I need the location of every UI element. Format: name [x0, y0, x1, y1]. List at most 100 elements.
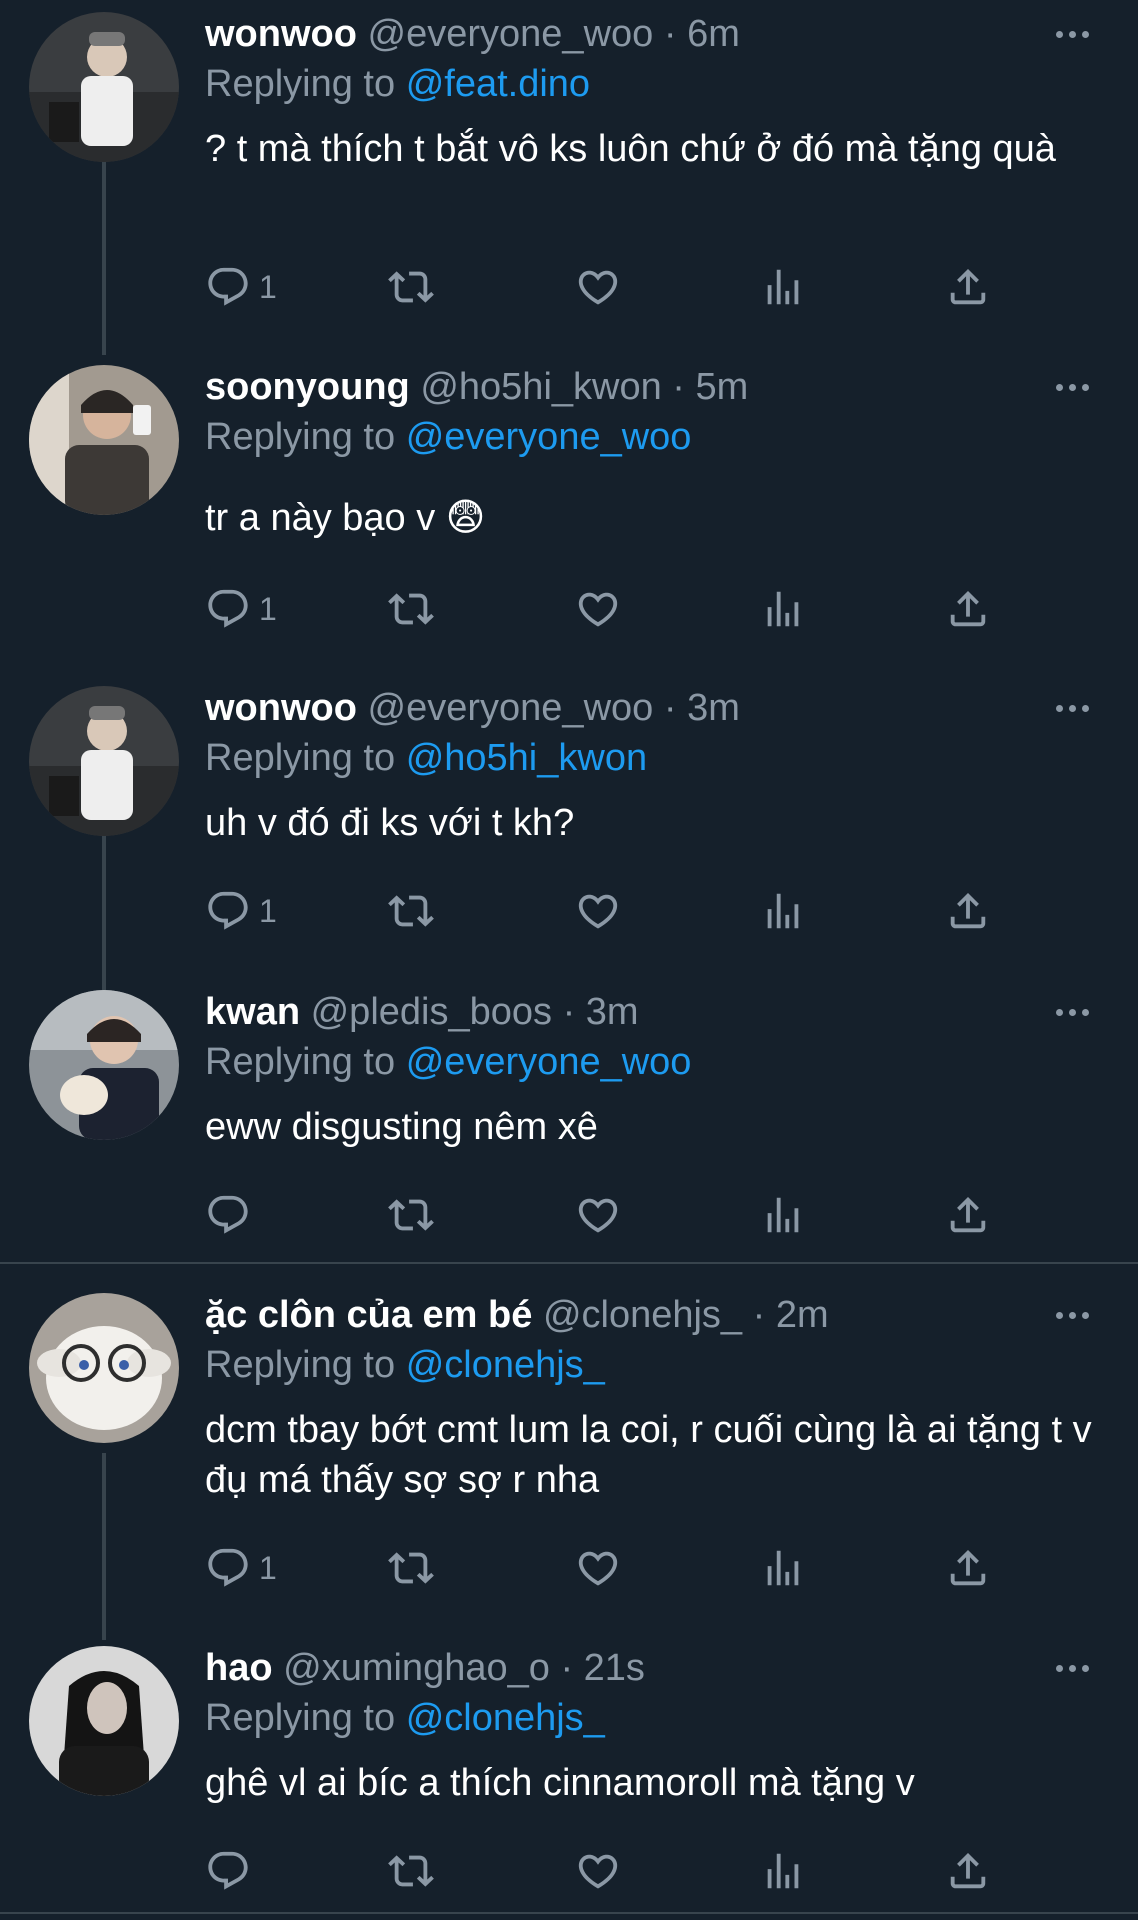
like-button[interactable]	[575, 1190, 621, 1240]
reply-count: 1	[259, 892, 277, 929]
thread-line	[102, 1453, 106, 1640]
mention-link[interactable]: @everyone_woo	[406, 1041, 692, 1083]
more-icon[interactable]	[1056, 24, 1096, 44]
like-button[interactable]	[575, 584, 621, 634]
avatar[interactable]	[29, 990, 179, 1140]
more-icon[interactable]	[1056, 1002, 1096, 1022]
user-handle[interactable]: @pledis_boos	[311, 991, 552, 1033]
separator: ·	[663, 687, 677, 729]
retweet-button[interactable]	[388, 584, 434, 634]
mention-link[interactable]: @feat.dino	[406, 63, 590, 105]
retweet-button[interactable]	[388, 1543, 434, 1593]
reply-icon	[205, 586, 251, 632]
reply-button[interactable]: 1	[205, 262, 277, 312]
share-button[interactable]	[945, 886, 991, 936]
reply-button[interactable]: 1	[205, 584, 277, 634]
like-button[interactable]	[575, 1543, 621, 1593]
timestamp[interactable]: 21s	[584, 1647, 645, 1689]
tweet-actions	[205, 1190, 1005, 1240]
share-icon	[945, 1545, 991, 1591]
views-button[interactable]	[760, 262, 806, 312]
user-handle[interactable]: @everyone_woo	[368, 13, 654, 55]
replying-to: Replying to @ho5hi_kwon	[205, 736, 647, 780]
share-button[interactable]	[945, 1846, 991, 1896]
views-button[interactable]	[760, 886, 806, 936]
views-button[interactable]	[760, 584, 806, 634]
reply-button[interactable]: 1	[205, 1543, 277, 1593]
replying-label: Replying to	[205, 1041, 396, 1083]
mention-link[interactable]: @clonehjs_	[406, 1697, 605, 1739]
heart-icon	[575, 1848, 621, 1894]
more-icon[interactable]	[1056, 377, 1096, 397]
timestamp[interactable]: 3m	[687, 687, 740, 729]
separator: ·	[672, 366, 685, 408]
mention-link[interactable]: @clonehjs_	[406, 1344, 605, 1386]
views-icon	[760, 1192, 806, 1238]
like-button[interactable]	[575, 1846, 621, 1896]
views-button[interactable]	[760, 1543, 806, 1593]
mention-link[interactable]: @ho5hi_kwon	[406, 737, 647, 779]
share-button[interactable]	[945, 1190, 991, 1240]
avatar[interactable]	[29, 12, 179, 162]
display-name[interactable]: ặc clôn của em bé	[205, 1294, 532, 1336]
user-handle[interactable]: @ho5hi_kwon	[420, 366, 661, 408]
retweet-button[interactable]	[388, 1190, 434, 1240]
tweet-text: eww disgusting nêm xê	[205, 1106, 598, 1148]
share-icon	[945, 1192, 991, 1238]
reply-button[interactable]: 1	[205, 886, 277, 936]
retweet-icon	[388, 264, 434, 310]
share-button[interactable]	[945, 584, 991, 634]
share-button[interactable]	[945, 262, 991, 312]
avatar[interactable]	[29, 1646, 179, 1796]
heart-icon	[575, 888, 621, 934]
display-name[interactable]: wonwoo	[205, 13, 357, 55]
avatar[interactable]	[29, 365, 179, 515]
retweet-button[interactable]	[388, 262, 434, 312]
timestamp[interactable]: 6m	[687, 13, 740, 55]
retweet-button[interactable]	[388, 886, 434, 936]
timestamp[interactable]: 2m	[776, 1294, 829, 1336]
retweet-icon	[388, 1848, 434, 1894]
like-button[interactable]	[575, 262, 621, 312]
replying-to: Replying to @everyone_woo	[205, 415, 691, 459]
avatar[interactable]	[29, 686, 179, 836]
display-name[interactable]: soonyoung	[205, 366, 410, 408]
reply-button[interactable]	[205, 1190, 259, 1240]
separator: ·	[752, 1294, 766, 1336]
share-button[interactable]	[945, 1543, 991, 1593]
retweet-icon	[388, 1545, 434, 1591]
views-button[interactable]	[760, 1846, 806, 1896]
heart-icon	[575, 1545, 621, 1591]
display-name[interactable]: wonwoo	[205, 687, 357, 729]
reply-count: 1	[259, 1549, 277, 1586]
timestamp[interactable]: 3m	[586, 991, 639, 1033]
avatar[interactable]	[29, 1293, 179, 1443]
more-icon[interactable]	[1056, 1658, 1096, 1678]
reply-button[interactable]	[205, 1846, 259, 1896]
mention-link[interactable]: @everyone_woo	[406, 416, 692, 458]
separator: ·	[663, 13, 677, 55]
tweet-header: hao @xuminghao_o · 21s	[205, 1646, 645, 1690]
timestamp[interactable]: 5m	[696, 366, 749, 408]
user-handle[interactable]: @clonehjs_	[543, 1294, 742, 1336]
share-icon	[945, 264, 991, 310]
retweet-button[interactable]	[388, 1846, 434, 1896]
user-handle[interactable]: @xuminghao_o	[283, 1647, 550, 1689]
reply-count: 1	[259, 268, 277, 305]
replying-to: Replying to @clonehjs_	[205, 1343, 605, 1387]
like-button[interactable]	[575, 886, 621, 936]
tweet-text: uh v đó đi ks với t kh?	[205, 802, 575, 844]
retweet-icon	[388, 586, 434, 632]
display-name[interactable]: kwan	[205, 991, 300, 1033]
more-icon[interactable]	[1056, 698, 1096, 718]
replying-label: Replying to	[205, 737, 396, 779]
retweet-icon	[388, 888, 434, 934]
replying-label: Replying to	[205, 63, 396, 105]
tweet-text: ghê vl ai bíc a thích cinnamoroll mà tặn…	[205, 1762, 915, 1804]
display-name[interactable]: hao	[205, 1647, 273, 1689]
tweet-text: dcm tbay bớt cmt lum la coi, r cuối cùng…	[205, 1409, 1092, 1501]
tweet-actions: 1	[205, 262, 1005, 312]
more-icon[interactable]	[1056, 1305, 1096, 1325]
views-button[interactable]	[760, 1190, 806, 1240]
user-handle[interactable]: @everyone_woo	[368, 687, 654, 729]
